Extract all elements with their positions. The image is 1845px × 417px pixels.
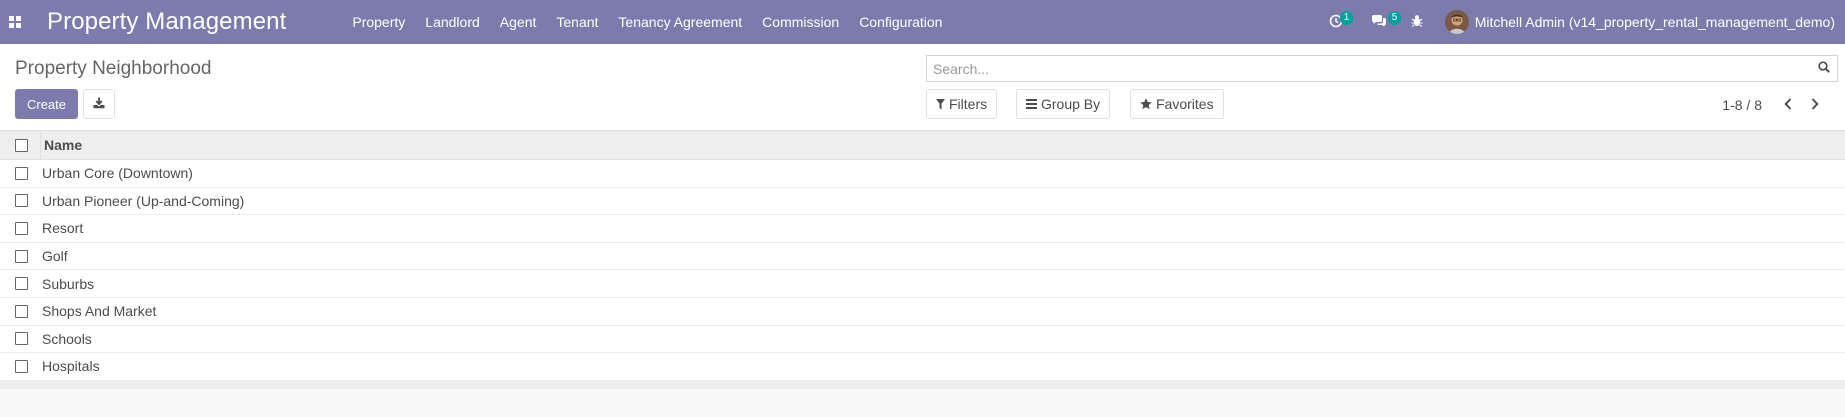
table-row[interactable]: Suburbs <box>0 270 1845 298</box>
menu-item-configuration[interactable]: Configuration <box>849 0 952 44</box>
row-checkbox[interactable] <box>15 359 28 373</box>
create-button[interactable]: Create <box>15 89 78 119</box>
page-title: Property Neighborhood <box>15 58 212 79</box>
activity-menu[interactable]: 1 <box>1319 0 1354 44</box>
list-header: Name <box>0 130 1845 160</box>
pager-previous-button[interactable] <box>1774 96 1801 114</box>
apps-menu-icon[interactable] <box>0 0 30 44</box>
row-checkbox-cell <box>0 188 40 215</box>
row-checkbox[interactable] <box>15 221 28 235</box>
menu-item-landlord[interactable]: Landlord <box>415 0 490 44</box>
row-checkbox[interactable] <box>15 249 28 263</box>
control-panel: Property Neighborhood Create Filters Gro… <box>0 44 1845 131</box>
row-name[interactable]: Resort <box>40 220 83 236</box>
row-checkbox-cell <box>0 215 40 242</box>
table-row[interactable]: Urban Pioneer (Up-and-Coming) <box>0 187 1845 216</box>
search-button[interactable] <box>1811 56 1837 81</box>
list-view: Name Urban Core (Downtown) Urban Pioneer… <box>0 130 1845 389</box>
comments-icon <box>1371 14 1387 31</box>
row-checkbox[interactable] <box>15 194 28 208</box>
avatar <box>1444 10 1469 34</box>
table-row[interactable]: Resort <box>0 215 1845 243</box>
systray: 1 5 Mitchell Admin (v14_property_rental_… <box>1319 0 1845 44</box>
row-name[interactable]: Schools <box>40 331 92 347</box>
favorites-button[interactable]: Favorites <box>1130 89 1224 119</box>
messages-count-badge: 5 <box>1387 11 1402 25</box>
row-checkbox[interactable] <box>15 304 28 318</box>
chevron-right-icon <box>1811 97 1819 113</box>
menu-item-tenancy-agreement[interactable]: Tenancy Agreement <box>608 0 752 44</box>
app-brand[interactable]: Property Management <box>47 8 286 36</box>
user-menu[interactable]: Mitchell Admin (v14_property_rental_mana… <box>1433 0 1845 44</box>
row-checkbox-cell <box>0 326 40 353</box>
top-navbar: Property Management Property Landlord Ag… <box>0 0 1845 44</box>
table-row[interactable]: Schools <box>0 325 1845 354</box>
row-name[interactable]: Golf <box>40 248 68 264</box>
menu-item-tenant[interactable]: Tenant <box>546 0 608 44</box>
user-name: Mitchell Admin (v14_property_rental_mana… <box>1474 14 1835 30</box>
column-header-name[interactable]: Name <box>41 137 82 153</box>
download-icon <box>93 97 105 112</box>
menu-item-property[interactable]: Property <box>342 0 415 44</box>
table-row[interactable]: Golf <box>0 242 1845 271</box>
group-by-button[interactable]: Group By <box>1016 89 1111 119</box>
select-all-cell <box>0 131 40 159</box>
activity-count-badge: 1 <box>1339 11 1354 25</box>
filters-label: Filters <box>949 96 988 112</box>
debug-menu[interactable] <box>1401 0 1433 44</box>
row-name[interactable]: Urban Pioneer (Up-and-Coming) <box>40 193 244 209</box>
search-input[interactable] <box>927 56 1811 81</box>
row-checkbox-cell <box>0 243 40 270</box>
filters-button[interactable]: Filters <box>926 89 998 119</box>
table-row[interactable]: Shops And Market <box>0 297 1845 326</box>
chevron-left-icon <box>1783 97 1792 113</box>
pager: 1-8 / 8 <box>1722 96 1828 114</box>
menu-item-agent[interactable]: Agent <box>490 0 547 44</box>
bars-icon <box>1026 99 1037 109</box>
row-checkbox-cell <box>0 353 40 380</box>
favorites-label: Favorites <box>1156 96 1214 112</box>
row-name[interactable]: Shops And Market <box>40 303 156 319</box>
group-by-label: Group By <box>1041 96 1101 112</box>
bug-icon <box>1411 14 1423 30</box>
star-icon <box>1140 98 1152 110</box>
row-name[interactable]: Urban Core (Downtown) <box>40 165 193 181</box>
messaging-menu[interactable]: 5 <box>1361 0 1402 44</box>
table-row[interactable]: Urban Core (Downtown) <box>0 160 1845 188</box>
row-checkbox[interactable] <box>15 332 28 346</box>
search-bar <box>926 55 1838 82</box>
main-menu: Property Landlord Agent Tenant Tenancy A… <box>342 0 952 44</box>
row-checkbox[interactable] <box>15 277 28 291</box>
select-all-checkbox[interactable] <box>15 138 28 152</box>
row-checkbox-cell <box>0 298 40 325</box>
menu-item-commission[interactable]: Commission <box>752 0 849 44</box>
export-button[interactable] <box>83 89 115 119</box>
pager-next-button[interactable] <box>1801 96 1828 114</box>
table-row[interactable]: Hospitals <box>0 353 1845 381</box>
pager-value[interactable]: 1-8 / 8 <box>1722 97 1762 113</box>
row-name[interactable]: Hospitals <box>40 358 100 374</box>
row-name[interactable]: Suburbs <box>40 276 94 292</box>
filter-icon <box>936 98 945 110</box>
row-checkbox[interactable] <box>15 166 28 180</box>
search-icon <box>1818 61 1830 76</box>
list-footer <box>0 380 1845 389</box>
row-checkbox-cell <box>0 270 40 297</box>
row-checkbox-cell <box>0 160 40 187</box>
